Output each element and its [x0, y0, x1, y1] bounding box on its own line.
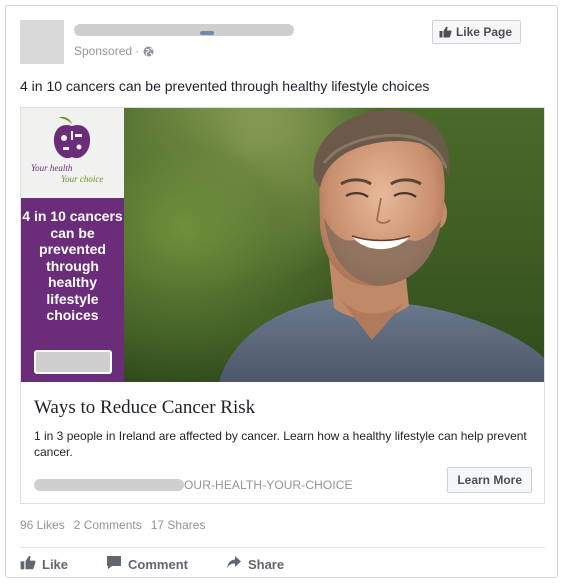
- smiling-man-photo: [219, 109, 544, 382]
- comment-button[interactable]: Comment: [106, 554, 188, 574]
- like-button[interactable]: Like: [20, 554, 68, 574]
- page-name-redacted[interactable]: [74, 24, 294, 36]
- thumbs-up-icon: [439, 26, 452, 38]
- like-page-label: Like Page: [455, 25, 512, 39]
- actions-divider: [20, 547, 545, 548]
- brand-cta-redacted: [34, 350, 112, 374]
- ad-image[interactable]: Your health Your choice 4 in 10 cancers …: [21, 108, 544, 382]
- apple-logo-icon: [53, 116, 91, 159]
- sponsored-label[interactable]: Sponsored ·: [74, 44, 139, 58]
- comment-icon: [106, 555, 122, 573]
- ad-link-preview[interactable]: Your health Your choice 4 in 10 cancers …: [20, 107, 545, 504]
- ad-url-redacted: [34, 479, 184, 491]
- brand-headline: 4 in 10 cancers can be prevented through…: [22, 208, 123, 323]
- likes-count[interactable]: 96 Likes: [20, 518, 65, 532]
- ad-description: 1 in 3 people in Ireland are affected by…: [34, 429, 527, 459]
- brand-logo-area: Your health Your choice: [21, 108, 124, 198]
- shares-count[interactable]: 17 Shares: [151, 518, 206, 532]
- share-arrow-icon: [226, 555, 242, 573]
- ad-headline[interactable]: Ways to Reduce Cancer Risk: [34, 397, 255, 419]
- brand-tagline-2: Your choice: [61, 174, 104, 184]
- ad-url: OUR-HEALTH-YOUR-CHOICE: [184, 478, 353, 492]
- page-avatar[interactable]: [20, 20, 64, 64]
- thumbs-up-icon: [20, 555, 36, 573]
- post-text: 4 in 10 cancers can be prevented through…: [20, 78, 430, 94]
- like-label: Like: [42, 556, 69, 572]
- brand-panel: Your health Your choice 4 in 10 cancers …: [21, 108, 124, 382]
- like-page-button[interactable]: Like Page: [431, 20, 521, 44]
- ad-post-card: Sponsored · Like Page 4 in 10 cancers ca…: [5, 5, 558, 578]
- post-actions: Like Comment Share: [20, 554, 284, 574]
- brand-tagline-1: Your health: [31, 163, 73, 173]
- share-label: Share: [247, 556, 285, 572]
- globe-icon: [143, 46, 154, 57]
- comments-count[interactable]: 2 Comments: [74, 518, 142, 532]
- learn-more-button[interactable]: Learn More: [447, 467, 532, 493]
- comment-label: Comment: [128, 556, 188, 572]
- share-button[interactable]: Share: [226, 554, 284, 574]
- sponsored-row: Sponsored ·: [74, 44, 154, 58]
- engagement-stats: 96 Likes 2 Comments 17 Shares: [20, 518, 205, 532]
